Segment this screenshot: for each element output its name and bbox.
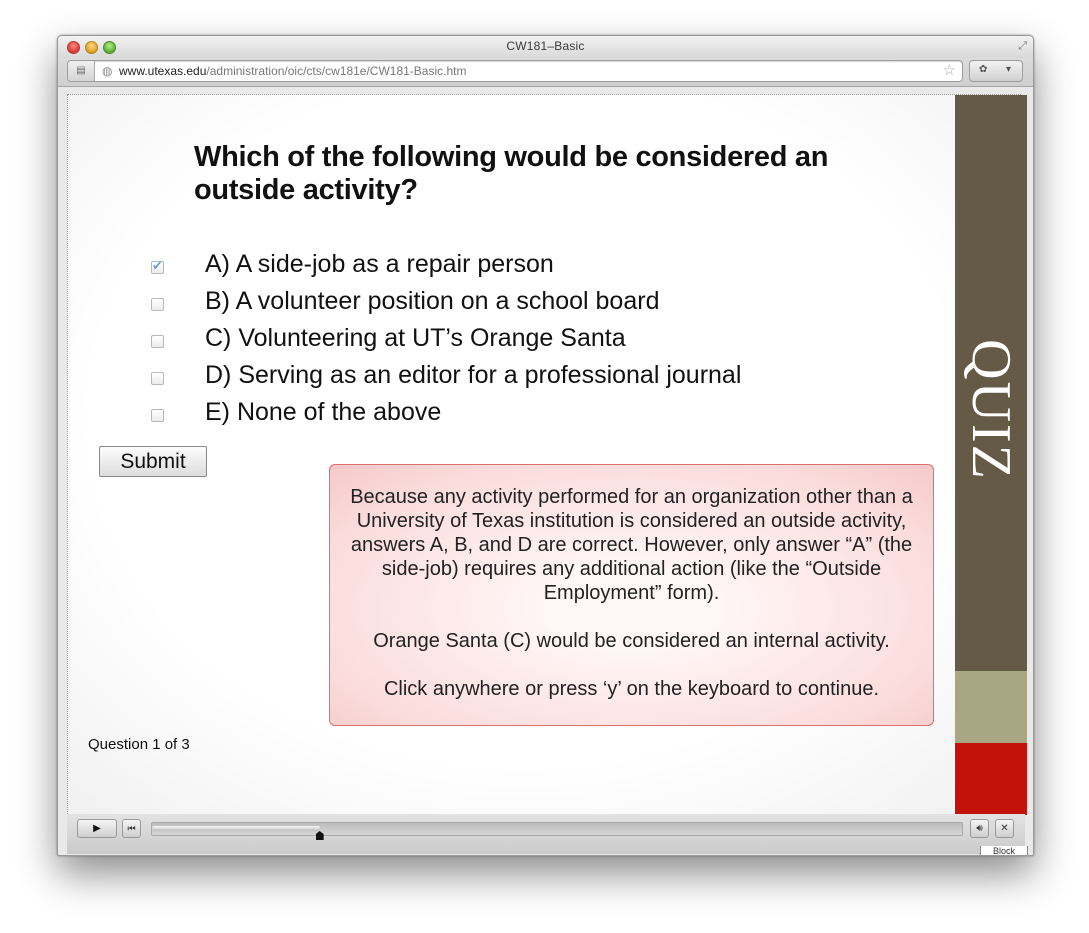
answer-option-c[interactable]: C) Volunteering at UT’s Orange Santa [148,324,788,361]
answer-checkbox[interactable] [151,372,164,385]
feedback-continue-hint: Click anywhere or press ‘y’ on the keybo… [383,678,880,700]
url-text[interactable]: www.utexas.edu/administration/oic/cts/cw… [119,64,467,78]
globe-icon: ◍ [102,64,113,78]
rewind-button[interactable]: ⏮ [122,819,141,838]
quiz-side-band: QUIZ [955,95,1027,815]
answer-label: A) A side-job as a repair person [205,250,554,278]
quiz-slide[interactable]: Which of the following would be consider… [67,94,1027,816]
answer-option-e[interactable]: E) None of the above [148,398,788,435]
answer-option-d[interactable]: D) Serving as an editor for a profession… [148,361,788,398]
extensions-menu-button[interactable]: ✿ ▾ [969,60,1023,82]
title-bar: CW181–Basic ⤢ [58,36,1033,58]
answer-label: D) Serving as an editor for a profession… [205,361,742,389]
url-path: /administration/oic/cts/cw181e/CW181-Bas… [206,64,467,78]
quiz-side-label: QUIZ [960,339,1022,481]
progress-fill [152,826,320,831]
answer-checkbox[interactable] [151,298,164,311]
answer-label: C) Volunteering at UT’s Orange Santa [205,324,626,352]
band-olive [955,671,1027,743]
answer-label: E) None of the above [205,398,442,426]
pages-icon[interactable]: ▤ [68,61,95,81]
progress-bar[interactable] [151,822,963,840]
band-red [955,743,1027,815]
answer-checkbox[interactable]: ✔ [151,258,164,274]
fullscreen-icon[interactable]: ⤢ [1018,40,1027,53]
puzzle-icon: ✿ [979,64,988,75]
window-title: CW181–Basic [506,39,585,53]
answer-option-b[interactable]: B) A volunteer position on a school boar… [148,287,788,324]
answer-checkbox[interactable] [151,335,164,348]
answer-label: B) A volunteer position on a school boar… [205,287,660,315]
question-title: Which of the following would be consider… [194,141,829,206]
submit-button[interactable]: Submit [99,446,207,477]
block-tab[interactable]: Block [980,846,1028,855]
volume-button[interactable]: 🔊︎ [970,819,989,838]
player-controls: ▶ ⏮ 🔊︎ ✕ [67,814,1025,854]
progress-handle[interactable] [315,831,324,840]
feedback-note: Orange Santa (C) would be considered an … [373,630,890,652]
checkmark-icon: ✔ [152,258,163,273]
feedback-explanation: Because any activity performed for an or… [350,486,913,604]
chevron-down-icon: ▾ [1006,64,1012,75]
bookmark-star-icon[interactable]: ☆ [943,61,956,79]
play-button[interactable]: ▶ [77,819,117,838]
url-host: www.utexas.edu [119,64,207,78]
answer-option-a[interactable]: ✔ A) A side-job as a repair person [148,250,788,287]
close-player-button[interactable]: ✕ [995,819,1014,838]
browser-toolbar: ▤ ◍ www.utexas.edu/administration/oic/ct… [58,58,1033,87]
address-bar[interactable]: ▤ ◍ www.utexas.edu/administration/oic/ct… [67,60,963,82]
question-counter: Question 1 of 3 [88,736,190,753]
answer-checkbox[interactable] [151,409,164,422]
feedback-panel[interactable]: Because any activity performed for an or… [329,464,934,726]
browser-window: CW181–Basic ⤢ ▤ ◍ www.utexas.edu/adminis… [57,35,1034,856]
